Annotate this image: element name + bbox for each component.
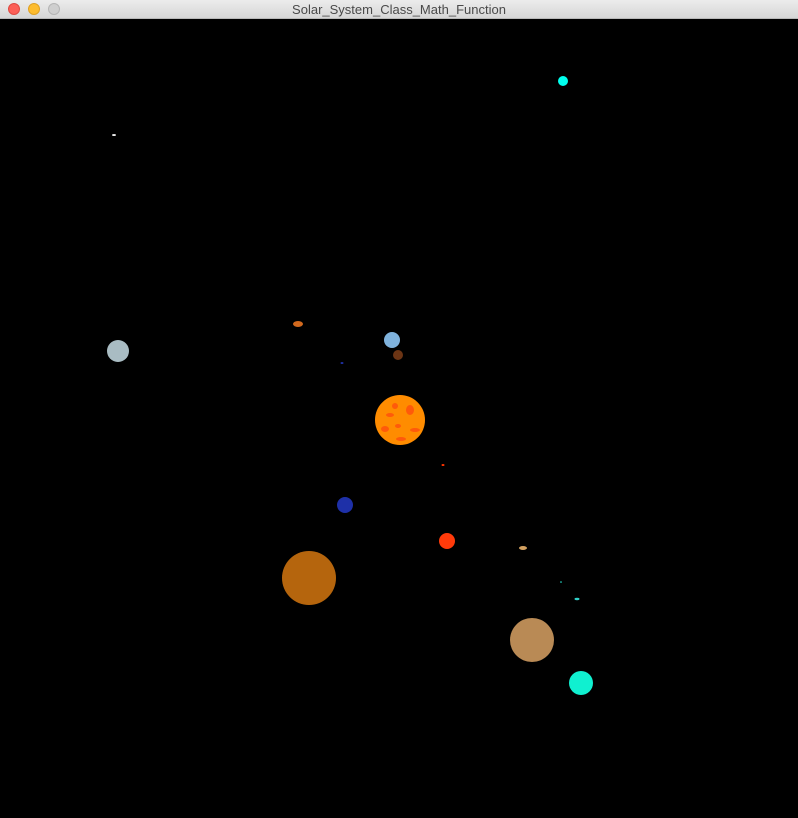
moon-brown	[393, 350, 403, 360]
moon-tan	[519, 546, 527, 550]
sun-spot	[410, 428, 420, 432]
window-title: Solar_System_Class_Math_Function	[292, 2, 506, 17]
title-bar[interactable]: Solar_System_Class_Math_Function	[0, 0, 798, 19]
planet-tan	[510, 618, 554, 662]
planet-aqua	[569, 671, 593, 695]
sun-spot	[395, 424, 401, 428]
sun-spot	[386, 413, 394, 417]
sun-spot	[406, 405, 414, 415]
sun	[375, 395, 425, 445]
solar-system-drawing	[107, 76, 593, 695]
sun-spot	[396, 437, 406, 441]
dust-red	[441, 464, 445, 466]
sketch-canvas[interactable]	[0, 19, 798, 818]
dust-navy	[340, 362, 344, 364]
planet-navy	[337, 497, 353, 513]
sun-spot	[392, 403, 398, 409]
dust-teal	[560, 581, 562, 583]
planet-cyan-small	[558, 76, 568, 86]
sun-spot	[381, 426, 389, 432]
dust-white	[112, 134, 116, 136]
moon-teal	[574, 597, 580, 601]
planet-jupiter	[282, 551, 336, 605]
planet-red-orange	[439, 533, 455, 549]
app-window: Solar_System_Class_Math_Function	[0, 0, 798, 818]
planet-light-blue	[384, 332, 400, 348]
planet-pale-gray	[107, 340, 129, 362]
moon-orange	[293, 321, 303, 327]
